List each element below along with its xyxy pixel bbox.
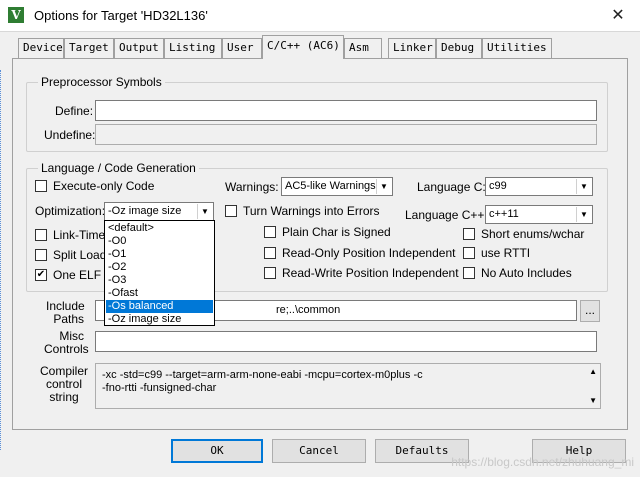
misc-controls-label: Misc Controls	[44, 329, 89, 356]
link-time-checkbox[interactable]: Link-Time C	[35, 227, 117, 243]
checkbox-box	[463, 267, 475, 279]
tab-device[interactable]: Device	[18, 38, 64, 58]
background-edge-marks	[0, 70, 1, 450]
plain-char-label: Plain Char is Signed	[282, 225, 391, 239]
checkbox-box	[463, 247, 475, 259]
checkmark-icon: ✔	[35, 269, 47, 281]
no-auto-includes-checkbox[interactable]: No Auto Includes	[463, 265, 583, 281]
chevron-down-icon[interactable]: ▼	[576, 179, 591, 194]
compiler-control-line2: -fno-rtti -funsigned-char	[102, 382, 217, 394]
checkbox-box	[35, 229, 47, 241]
title-bar: V Options for Target 'HD32L136' ✕	[0, 0, 640, 32]
language-cpp-select[interactable]: c++11 ▼	[485, 205, 593, 224]
undefine-input[interactable]	[95, 124, 597, 145]
scroll-up-icon[interactable]: ▲	[589, 367, 597, 376]
tab-asm[interactable]: Asm	[344, 38, 382, 58]
option-os-balanced[interactable]: -Os balanced	[106, 300, 213, 313]
no-auto-includes-label: No Auto Includes	[481, 266, 572, 280]
undefine-label: Undefine:	[44, 128, 96, 142]
preprocessor-group-title: Preprocessor Symbols	[38, 75, 165, 89]
warnings-value: AC5-like Warnings	[285, 180, 376, 192]
optimization-select[interactable]: -Oz image size ▼	[104, 202, 214, 221]
language-c-label: Language C:	[417, 180, 486, 194]
compiler-control-line1: -xc -std=c99 --target=arm-arm-none-eabi …	[102, 369, 423, 381]
use-rtti-checkbox[interactable]: use RTTI	[463, 245, 543, 261]
checkbox-box	[463, 228, 475, 240]
checkbox-box	[264, 267, 276, 279]
language-group-title: Language / Code Generation	[38, 161, 199, 175]
option-ofast[interactable]: -Ofast	[106, 287, 213, 300]
optimization-label: Optimization:	[35, 204, 106, 218]
include-paths-label: Include Paths	[46, 299, 85, 326]
watermark-text: https://blog.csdn.net/zhuhuang_mi	[451, 455, 634, 469]
checkbox-box	[264, 247, 276, 259]
tab-utilities[interactable]: Utilities	[482, 38, 552, 58]
option-o2[interactable]: -O2	[106, 261, 213, 274]
close-icon[interactable]: ✕	[604, 4, 632, 28]
tab-c-cpp-ac6[interactable]: C/C++ (AC6)	[262, 35, 344, 59]
tab-user[interactable]: User	[222, 38, 262, 58]
language-cpp-value: c++11	[489, 208, 519, 220]
tab-target[interactable]: Target	[64, 38, 114, 58]
short-enums-checkbox[interactable]: Short enums/wchar	[463, 226, 585, 242]
execute-only-checkbox[interactable]: Execute-only Code	[35, 178, 165, 194]
compiler-control-label: Compiler control string	[40, 364, 89, 404]
language-c-value: c99	[489, 180, 507, 192]
checkbox-box	[225, 205, 237, 217]
turn-warnings-checkbox[interactable]: Turn Warnings into Errors	[225, 203, 385, 219]
compiler-control-textarea[interactable]: -xc -std=c99 --target=arm-arm-none-eabi …	[95, 363, 601, 409]
define-label: Define:	[55, 104, 94, 118]
chevron-down-icon[interactable]: ▼	[197, 204, 212, 219]
ro-position-independent-checkbox[interactable]: Read-Only Position Independent	[264, 245, 455, 261]
tab-linker[interactable]: Linker	[388, 38, 436, 58]
execute-only-label: Execute-only Code	[53, 179, 155, 193]
rw-position-independent-label: Read-Write Position Independent	[282, 266, 459, 280]
option-o1[interactable]: -O1	[106, 248, 213, 261]
option-o3[interactable]: -O3	[106, 274, 213, 287]
warnings-label: Warnings:	[225, 180, 279, 194]
turn-warnings-label: Turn Warnings into Errors	[243, 204, 380, 218]
ok-button[interactable]: OK	[171, 439, 263, 463]
tab-listing[interactable]: Listing	[164, 38, 222, 58]
plain-char-checkbox[interactable]: Plain Char is Signed	[264, 224, 394, 240]
warnings-select[interactable]: AC5-like Warnings ▼	[281, 177, 393, 196]
language-cpp-label: Language C++:	[405, 208, 488, 222]
keil-app-icon: V	[8, 7, 24, 23]
option-o0[interactable]: -O0	[106, 235, 213, 248]
option-oz-image-size[interactable]: -Oz image size	[106, 313, 213, 326]
ro-position-independent-label: Read-Only Position Independent	[282, 246, 456, 260]
scroll-down-icon[interactable]: ▼	[589, 396, 597, 405]
checkbox-box	[35, 180, 47, 192]
option-default[interactable]: <default>	[106, 222, 213, 235]
chevron-down-icon[interactable]: ▼	[376, 179, 391, 194]
misc-controls-input[interactable]	[95, 331, 597, 352]
short-enums-label: Short enums/wchar	[481, 227, 585, 241]
rw-position-independent-checkbox[interactable]: Read-Write Position Independent	[264, 265, 459, 281]
tab-output[interactable]: Output	[114, 38, 164, 58]
use-rtti-label: use RTTI	[481, 246, 531, 260]
one-elf-checkbox[interactable]: ✔ One ELF S	[35, 267, 112, 283]
chevron-down-icon[interactable]: ▼	[576, 207, 591, 222]
optimization-dropdown-list: <default> -O0 -O1 -O2 -O3 -Ofast -Os bal…	[104, 220, 215, 326]
split-load-checkbox[interactable]: Split Load a	[35, 247, 116, 263]
window-title: Options for Target 'HD32L136'	[34, 8, 208, 23]
define-input[interactable]	[95, 100, 597, 121]
browse-include-button[interactable]: ...	[580, 300, 600, 322]
checkbox-box	[264, 226, 276, 238]
optimization-value: -Oz image size	[108, 205, 182, 217]
cancel-button[interactable]: Cancel	[272, 439, 366, 463]
checkbox-box	[35, 249, 47, 261]
tab-debug[interactable]: Debug	[436, 38, 482, 58]
language-c-select[interactable]: c99 ▼	[485, 177, 593, 196]
